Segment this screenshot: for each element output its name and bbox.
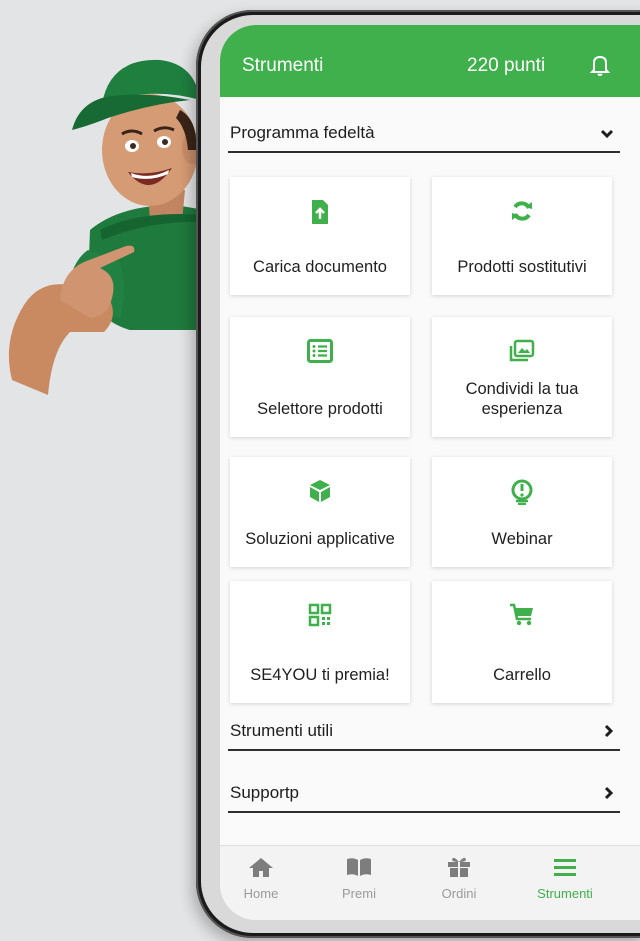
- upload-document-card[interactable]: Carica documento: [230, 177, 410, 295]
- page-title: Strumenti: [242, 55, 324, 76]
- card-label: Carrello: [493, 666, 551, 684]
- card-label: Soluzioni applicative: [245, 530, 395, 548]
- photo-gallery-icon: [432, 339, 612, 365]
- cube-icon: [230, 479, 410, 505]
- substitute-products-card[interactable]: Prodotti sostitutivi: [432, 177, 612, 295]
- nav-home[interactable]: Home: [226, 854, 296, 901]
- nav-tools[interactable]: Strumenti: [530, 854, 600, 901]
- points-counter[interactable]: 220 punti: [467, 55, 545, 77]
- nav-orders[interactable]: Ordini: [424, 854, 494, 901]
- cart-icon: [432, 603, 612, 629]
- app-screen: Strumenti 220 punti Programma fedeltà Ca…: [220, 25, 640, 920]
- card-label: Selettore prodotti: [257, 400, 383, 418]
- share-experience-card[interactable]: Condividi la tua esperienza: [432, 317, 612, 437]
- refresh-icon: [432, 199, 612, 225]
- menu-icon: [530, 854, 600, 880]
- webinar-card[interactable]: Webinar: [432, 457, 612, 567]
- bottom-nav: Home Premi Ordini Strumenti: [220, 845, 640, 920]
- application-solutions-card[interactable]: Soluzioni applicative: [230, 457, 410, 567]
- card-label: Carica documento: [253, 258, 387, 276]
- home-icon: [226, 854, 296, 880]
- card-label: Condividi la tua esperienza: [465, 380, 579, 418]
- card-label: Prodotti sostitutivi: [457, 258, 587, 276]
- nav-label: Ordini: [441, 886, 477, 901]
- chevron-right-icon: [604, 724, 614, 743]
- list-icon: [230, 339, 410, 365]
- bell-icon[interactable]: [589, 53, 611, 82]
- loyalty-program-dropdown[interactable]: Programma fedeltà: [228, 115, 620, 153]
- product-selector-card[interactable]: Selettore prodotti: [230, 317, 410, 437]
- webinar-icon: [432, 479, 612, 505]
- gift-icon: [424, 854, 494, 880]
- upload-file-icon: [230, 199, 410, 225]
- loyalty-program-label: Programma fedeltà: [230, 123, 375, 142]
- useful-tools-row[interactable]: Strumenti utili: [228, 713, 620, 751]
- card-label: SE4YOU ti premia!: [250, 666, 390, 684]
- nav-label: Home: [243, 886, 279, 901]
- se4you-rewards-card[interactable]: SE4YOU ti premia!: [230, 581, 410, 703]
- useful-tools-label: Strumenti utili: [230, 721, 333, 740]
- support-label: Supportp: [230, 783, 299, 802]
- nav-rewards[interactable]: Premi: [324, 854, 394, 901]
- card-label: Webinar: [491, 530, 553, 548]
- qr-code-icon: [230, 603, 410, 629]
- app-header: Strumenti 220 punti: [220, 25, 640, 97]
- cart-card[interactable]: Carrello: [432, 581, 612, 703]
- nav-label: Premi: [342, 886, 376, 901]
- support-row[interactable]: Supportp: [228, 775, 620, 813]
- book-icon: [324, 854, 394, 880]
- nav-label: Strumenti: [537, 886, 593, 901]
- chevron-right-icon: [604, 786, 614, 805]
- chevron-down-icon: [600, 126, 614, 144]
